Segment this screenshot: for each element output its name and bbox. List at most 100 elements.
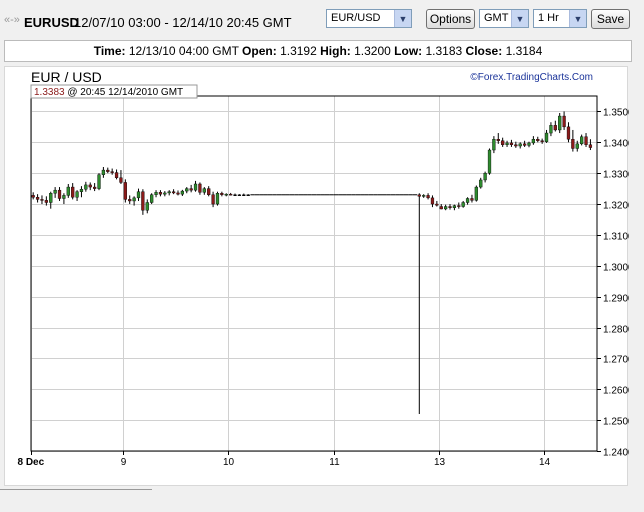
candle[interactable] bbox=[215, 191, 220, 206]
candle[interactable] bbox=[584, 133, 588, 147]
candle[interactable] bbox=[435, 200, 439, 207]
options-button[interactable]: Options bbox=[426, 9, 475, 29]
candle[interactable] bbox=[167, 190, 171, 196]
source-label[interactable]: ©Forex.TradingCharts.Com bbox=[470, 72, 593, 83]
y-tick-label: 1.2700 bbox=[603, 355, 629, 366]
candle[interactable] bbox=[207, 186, 211, 197]
candle[interactable] bbox=[246, 194, 250, 196]
pair-select[interactable]: EUR/USD ▼ bbox=[326, 9, 412, 28]
candle-body bbox=[150, 194, 154, 203]
candle[interactable] bbox=[426, 193, 430, 200]
candle[interactable] bbox=[242, 193, 246, 197]
candle-body bbox=[435, 203, 439, 206]
y-tick-label: 1.3200 bbox=[603, 201, 629, 212]
candle[interactable] bbox=[417, 193, 421, 414]
candle[interactable] bbox=[536, 136, 540, 143]
candle[interactable] bbox=[465, 197, 470, 205]
candle[interactable] bbox=[158, 190, 163, 197]
chevron-down-icon[interactable]: ▼ bbox=[511, 10, 528, 27]
candle[interactable] bbox=[544, 129, 549, 143]
candle[interactable] bbox=[150, 193, 154, 205]
candle[interactable] bbox=[571, 129, 575, 152]
candle[interactable] bbox=[540, 138, 544, 144]
candle[interactable] bbox=[84, 181, 88, 192]
candle[interactable] bbox=[66, 183, 70, 198]
candle[interactable] bbox=[171, 189, 176, 195]
candle-body bbox=[31, 195, 35, 198]
candle[interactable] bbox=[185, 187, 189, 194]
candle[interactable] bbox=[97, 173, 101, 191]
candle[interactable] bbox=[123, 179, 127, 203]
candle[interactable] bbox=[189, 184, 193, 193]
candle[interactable] bbox=[31, 192, 35, 200]
candle[interactable] bbox=[487, 148, 492, 175]
candle[interactable] bbox=[154, 190, 158, 198]
candle[interactable] bbox=[62, 193, 66, 205]
interval-select[interactable]: 1 Hr ▼ bbox=[533, 9, 587, 28]
candlestick-chart[interactable]: 1.3500 1.3400 1.3300 1.3200 1.3100 1.3000 1.29… bbox=[5, 67, 635, 487]
candle[interactable] bbox=[193, 180, 198, 192]
candle[interactable] bbox=[88, 182, 92, 191]
candle[interactable] bbox=[580, 134, 584, 146]
candle[interactable] bbox=[553, 120, 557, 132]
candle[interactable] bbox=[57, 187, 62, 201]
timezone-select[interactable]: GMT ▼ bbox=[479, 9, 529, 28]
candle[interactable] bbox=[558, 112, 562, 134]
candle[interactable] bbox=[479, 177, 483, 189]
candle[interactable] bbox=[470, 194, 474, 203]
candle[interactable] bbox=[75, 190, 79, 201]
candle[interactable] bbox=[101, 167, 106, 178]
candle[interactable] bbox=[71, 183, 75, 200]
chevron-down-icon[interactable]: ▼ bbox=[569, 10, 586, 27]
candle-body bbox=[211, 194, 215, 205]
candle[interactable] bbox=[549, 122, 553, 137]
candle[interactable] bbox=[444, 204, 448, 211]
nav-arrows-icon[interactable]: «-» bbox=[4, 14, 20, 26]
candle[interactable] bbox=[461, 200, 465, 208]
candle[interactable] bbox=[145, 199, 149, 214]
save-button[interactable]: Save bbox=[591, 9, 630, 29]
candle[interactable] bbox=[422, 194, 426, 198]
candle[interactable] bbox=[106, 167, 110, 174]
candle[interactable] bbox=[509, 139, 514, 147]
candle[interactable] bbox=[562, 111, 566, 130]
candle-body bbox=[549, 125, 553, 134]
candle[interactable] bbox=[49, 191, 53, 209]
candle[interactable] bbox=[474, 185, 478, 202]
chevron-down-icon[interactable]: ▼ bbox=[394, 10, 411, 27]
candle[interactable] bbox=[53, 187, 57, 198]
candle[interactable] bbox=[483, 171, 487, 183]
candle[interactable] bbox=[114, 169, 119, 180]
candle[interactable] bbox=[531, 136, 536, 145]
candle[interactable] bbox=[202, 187, 206, 195]
candle[interactable] bbox=[492, 136, 496, 154]
candle[interactable] bbox=[501, 137, 505, 147]
candle[interactable] bbox=[92, 183, 97, 192]
candle[interactable] bbox=[136, 188, 141, 201]
candle[interactable] bbox=[505, 140, 509, 147]
candle[interactable] bbox=[79, 186, 84, 198]
candle[interactable] bbox=[180, 189, 184, 197]
candle[interactable] bbox=[35, 194, 40, 203]
candle[interactable] bbox=[522, 140, 527, 147]
candle[interactable] bbox=[220, 191, 224, 197]
candle[interactable] bbox=[224, 193, 228, 197]
candle[interactable] bbox=[566, 122, 571, 143]
candle[interactable] bbox=[141, 189, 145, 215]
candle[interactable] bbox=[163, 191, 167, 197]
candle[interactable] bbox=[430, 195, 435, 208]
candle[interactable] bbox=[233, 193, 237, 197]
candle[interactable] bbox=[457, 202, 461, 209]
candle[interactable] bbox=[40, 195, 44, 205]
candle[interactable] bbox=[588, 139, 593, 151]
candle[interactable] bbox=[176, 190, 180, 196]
candle[interactable] bbox=[237, 194, 242, 196]
candle-body bbox=[110, 171, 114, 173]
candle[interactable] bbox=[119, 170, 123, 184]
candle[interactable] bbox=[518, 142, 522, 149]
high-label: High: bbox=[320, 44, 351, 58]
candle[interactable] bbox=[198, 182, 202, 195]
candle[interactable] bbox=[452, 204, 457, 211]
candle[interactable] bbox=[128, 195, 132, 205]
candle[interactable] bbox=[229, 192, 233, 196]
